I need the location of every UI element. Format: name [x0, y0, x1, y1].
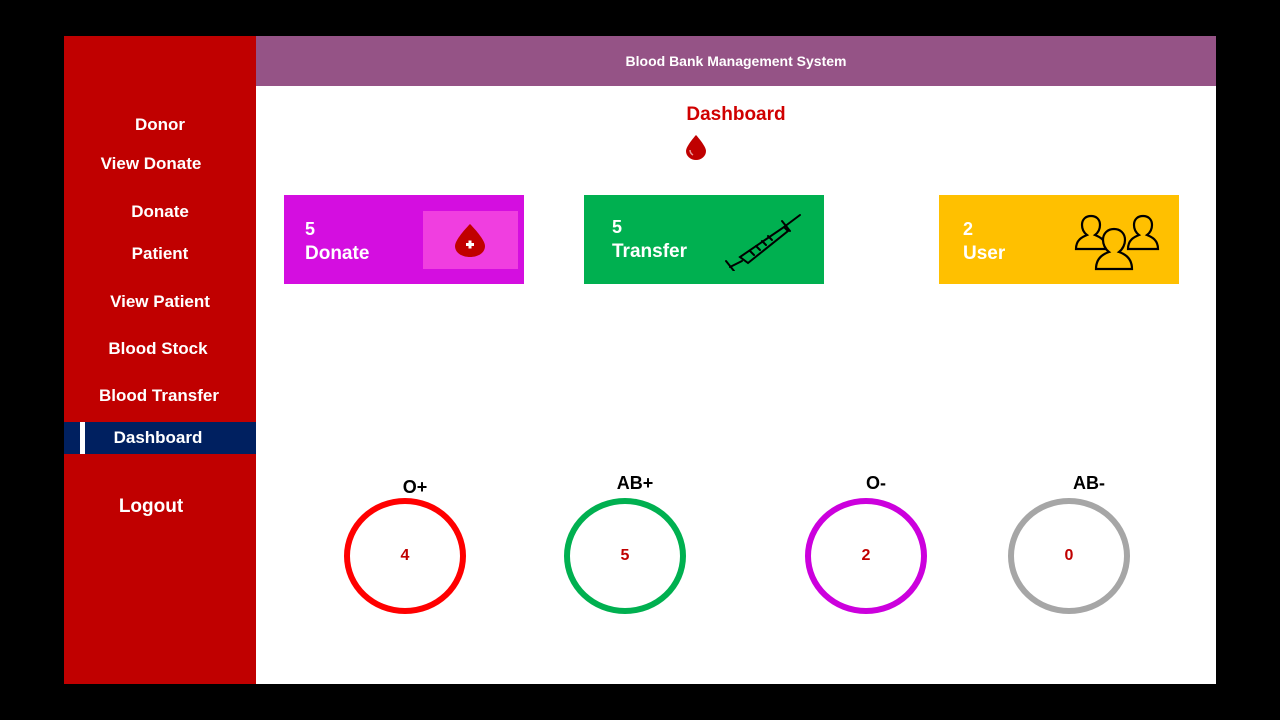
user-label: User [963, 243, 1006, 264]
sidebar-item-blood-stock[interactable]: Blood Stock [62, 339, 254, 359]
transfer-count: 5 [612, 217, 623, 237]
user-count: 2 [963, 219, 974, 239]
transfer-label: Transfer [612, 241, 687, 262]
sidebar-item-view-donate[interactable]: View Donate [55, 154, 247, 174]
blood-group-count: 4 [400, 547, 410, 564]
user-card[interactable]: 2 User [939, 195, 1179, 284]
app-title: Blood Bank Management System [625, 53, 847, 69]
sidebar-item-donate[interactable]: Donate [64, 202, 256, 222]
blood-group-circle: 5 [564, 498, 686, 614]
blood-group-count: 2 [861, 547, 871, 564]
sidebar-item-patient[interactable]: Patient [64, 244, 256, 264]
syringe-icon [725, 214, 801, 271]
sidebar-item-dashboard[interactable]: Dashboard [64, 422, 256, 454]
blood-group-circle: 2 [805, 498, 927, 614]
main-content: Dashboard 5 Donate 5 Transfer 2 User O+ … [256, 86, 1216, 684]
sidebar: Donor View Donate Donate Patient View Pa… [64, 36, 256, 684]
sidebar-item-view-patient[interactable]: View Patient [64, 292, 256, 312]
blood-drop-icon [686, 135, 706, 160]
app-header: Blood Bank Management System [256, 36, 1216, 86]
sidebar-item-blood-transfer[interactable]: Blood Transfer [63, 386, 255, 406]
donate-icon-box [423, 211, 518, 269]
app-window: Donor View Donate Donate Patient View Pa… [64, 36, 1216, 684]
blood-group-count: 0 [1064, 547, 1074, 564]
logout-button[interactable]: Logout [55, 496, 247, 518]
donate-count: 5 [305, 219, 316, 239]
sidebar-item-donor[interactable]: Donor [64, 115, 256, 135]
donate-label: Donate [305, 243, 370, 264]
transfer-card[interactable]: 5 Transfer [584, 195, 824, 284]
blood-group-label: AB+ [616, 473, 654, 493]
blood-group-circle: 0 [1008, 498, 1130, 614]
donate-card[interactable]: 5 Donate [284, 195, 524, 284]
blood-group-count: 5 [620, 547, 630, 564]
blood-group-label: O- [866, 473, 886, 493]
active-marker [80, 422, 85, 454]
users-icon [1074, 214, 1160, 271]
page-title: Dashboard [686, 104, 786, 125]
blood-group-label: AB- [1073, 473, 1105, 493]
blood-group-label: O+ [402, 477, 428, 497]
blood-drop-plus-icon [455, 224, 485, 257]
sidebar-item-label: Dashboard [113, 428, 203, 447]
blood-group-circle: 4 [344, 498, 466, 614]
